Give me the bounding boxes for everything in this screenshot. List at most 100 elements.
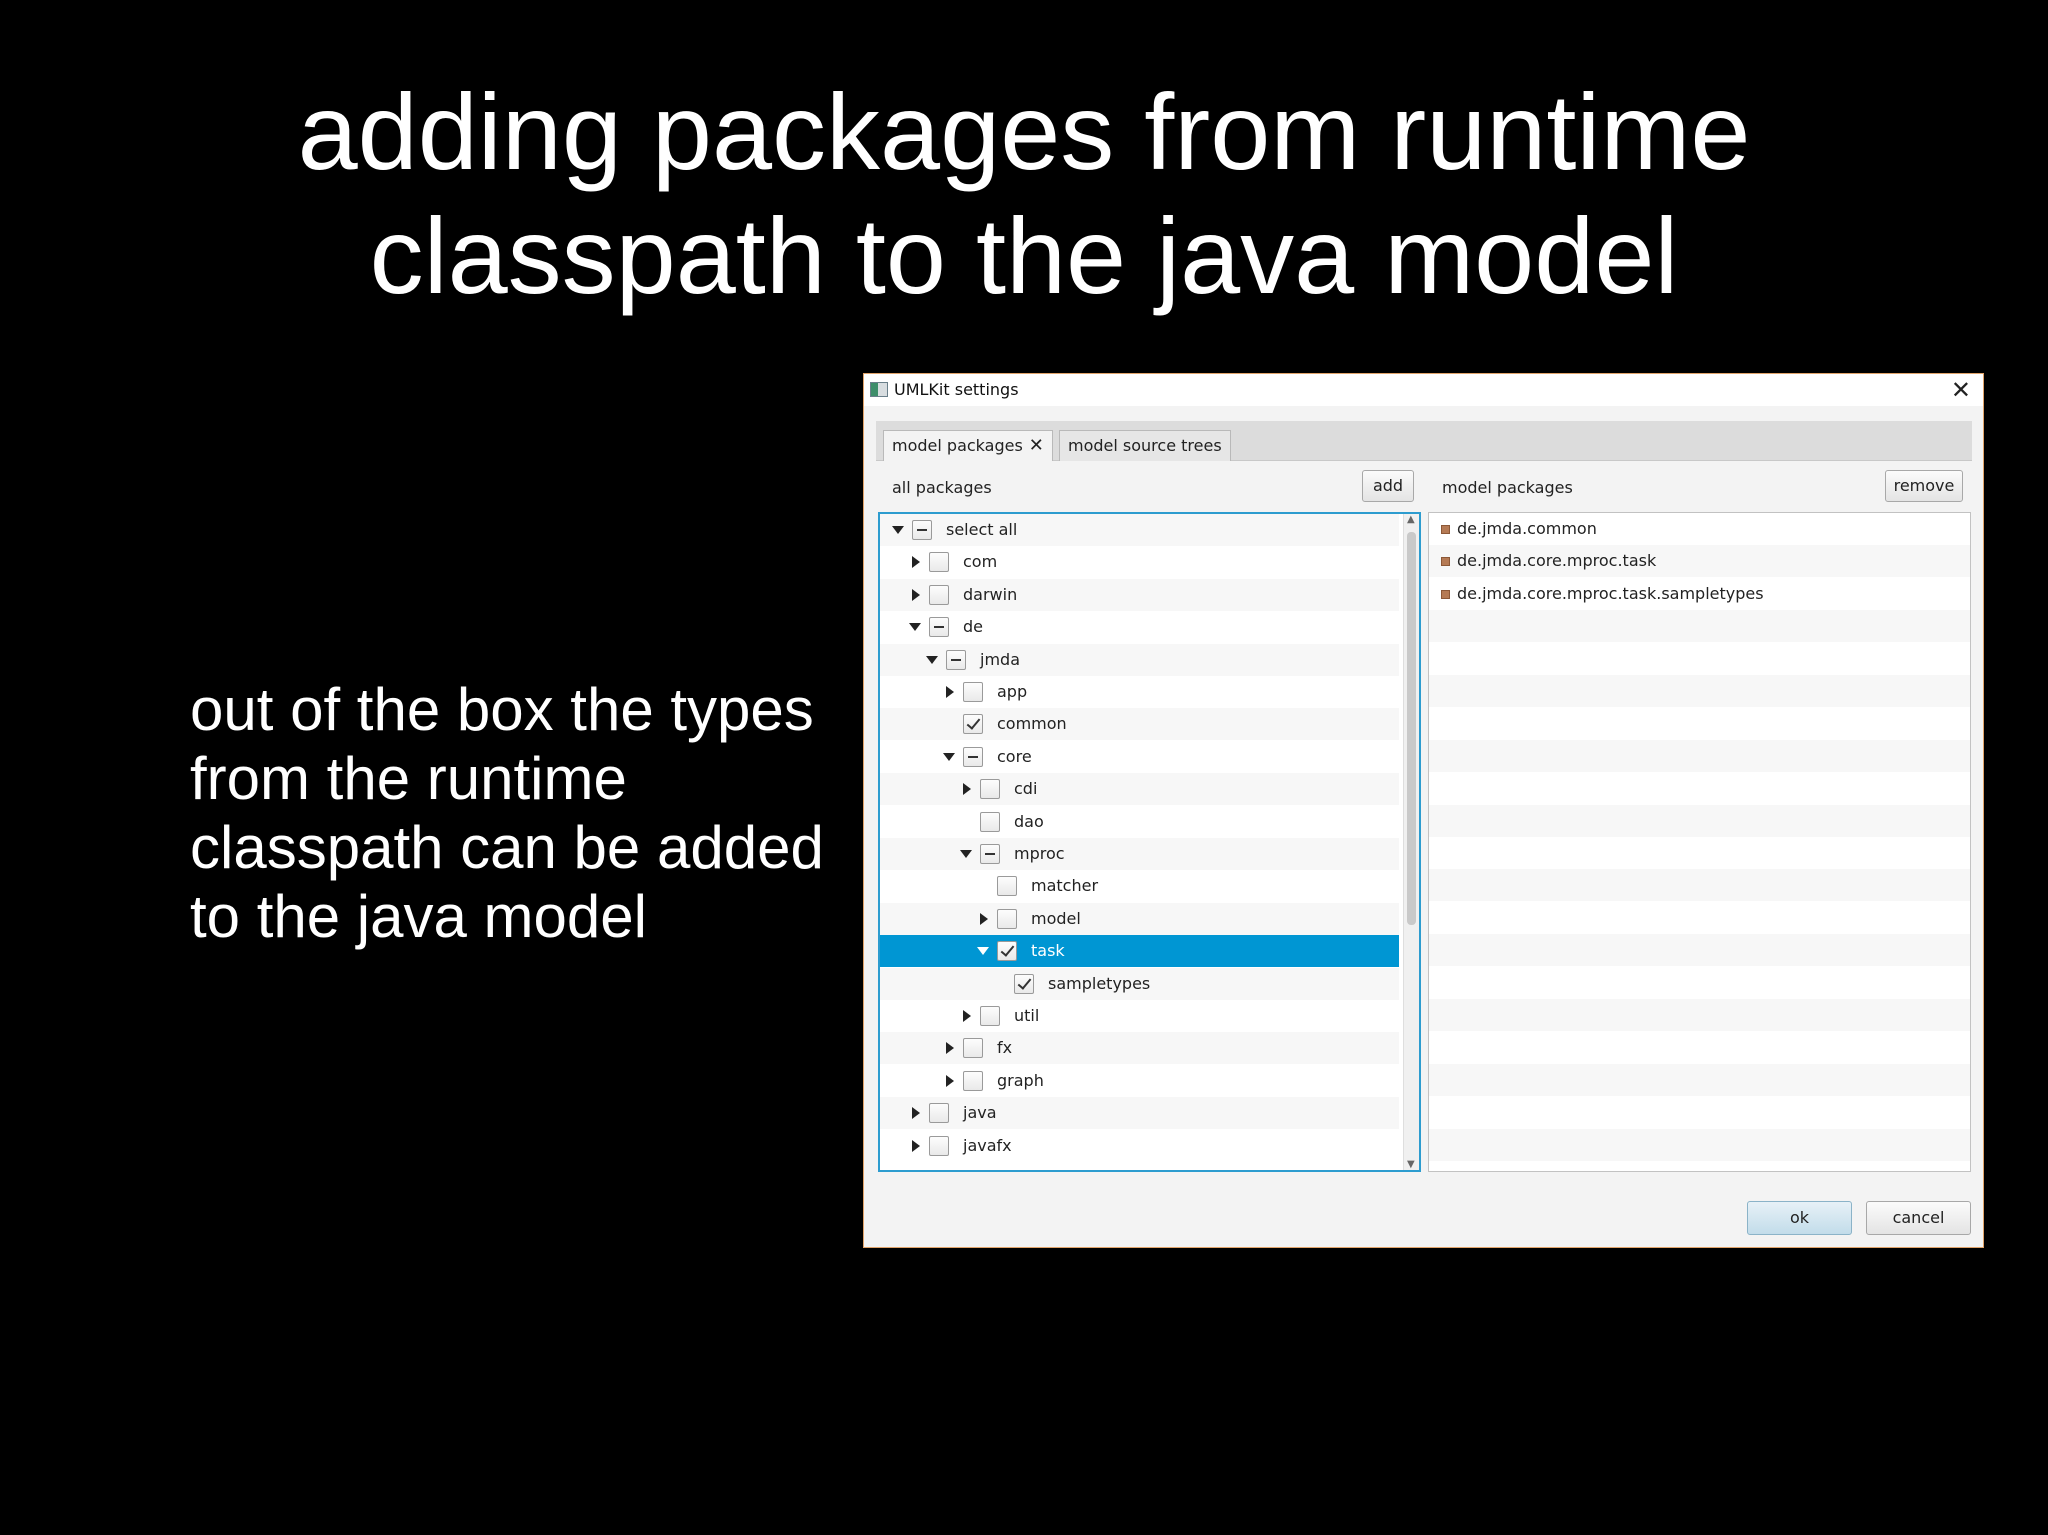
tree-checkbox[interactable]	[912, 520, 932, 540]
slide-title: adding packages from runtime classpath t…	[0, 70, 2048, 318]
list-item	[1429, 804, 1970, 837]
chevron-right-icon[interactable]	[912, 1139, 920, 1152]
chevron-down-icon[interactable]	[892, 526, 904, 534]
tree-item-label: util	[1014, 1006, 1040, 1025]
tree-checkbox[interactable]	[963, 714, 983, 735]
list-item	[1429, 772, 1970, 804]
chevron-right-icon[interactable]	[963, 783, 971, 796]
cancel-button[interactable]: cancel	[1866, 1201, 1971, 1235]
list-item[interactable]: de.jmda.core.mproc.task	[1429, 545, 1970, 578]
tree-item-label: graph	[997, 1070, 1044, 1090]
tree-row-jmda[interactable]: jmda	[880, 643, 1399, 676]
chevron-right-icon[interactable]	[946, 686, 954, 698]
list-item[interactable]: de.jmda.core.mproc.task.sampletypes	[1429, 578, 1970, 610]
chevron-right-icon[interactable]	[912, 556, 920, 569]
tree-item-label: jmda	[980, 649, 1020, 669]
chevron-down-icon[interactable]	[960, 850, 972, 858]
chevron-down-icon[interactable]	[926, 655, 938, 664]
tree-row-darwin[interactable]: darwin	[880, 578, 1399, 611]
chevron-down-icon[interactable]	[943, 752, 955, 761]
chevron-right-icon[interactable]	[980, 912, 988, 925]
ok-button[interactable]: ok	[1747, 1201, 1852, 1235]
tab-model-source-trees[interactable]: model source trees	[1059, 430, 1231, 461]
tree-row-app[interactable]: app	[880, 676, 1399, 708]
chevron-right-icon[interactable]	[912, 588, 920, 601]
list-item	[1429, 934, 1970, 967]
scroll-down-icon[interactable]: ▼	[1407, 1159, 1415, 1170]
chevron-down-icon[interactable]	[909, 623, 921, 632]
chevron-right-icon[interactable]	[946, 1042, 954, 1055]
tree-row-java[interactable]: java	[880, 1097, 1399, 1130]
tree-checkbox[interactable]	[980, 811, 1000, 832]
tree-row-com[interactable]: com	[880, 546, 1399, 578]
tree-row-select-all[interactable]: select all	[880, 514, 1399, 546]
umlkit-settings-dialog: UMLKit settings ✕ model packages ✕ model …	[863, 373, 1984, 1248]
tree-row-javafx[interactable]: javafx	[880, 1130, 1399, 1162]
tree-row-cdi[interactable]: cdi	[880, 773, 1399, 806]
tree-row-model[interactable]: model	[880, 902, 1399, 935]
tab-model-packages[interactable]: model packages ✕	[883, 430, 1053, 461]
tree-checkbox[interactable]	[980, 1006, 1000, 1026]
chevron-right-icon[interactable]	[912, 1107, 920, 1120]
scroll-up-icon[interactable]: ▲	[1407, 514, 1415, 525]
tree-checkbox[interactable]	[997, 941, 1017, 962]
list-item	[1429, 999, 1970, 1031]
tree-checkbox[interactable]	[1014, 973, 1034, 994]
chevron-right-icon[interactable]	[963, 1010, 971, 1022]
tree-checkbox[interactable]	[997, 908, 1017, 929]
list-item	[1429, 610, 1970, 643]
tree-row-task[interactable]: task	[880, 935, 1399, 968]
tree-checkbox[interactable]	[929, 617, 949, 638]
tree-checkbox[interactable]	[980, 844, 1000, 864]
tree-row-core[interactable]: core	[880, 741, 1399, 773]
list-item	[1429, 739, 1970, 772]
list-item	[1429, 707, 1970, 739]
tree-scrollbar[interactable]: ▲ ▼	[1403, 514, 1419, 1170]
remove-button[interactable]: remove	[1885, 470, 1963, 502]
tab-bar: model packages ✕ model source trees	[876, 421, 1972, 461]
tree-item-label: core	[997, 746, 1032, 766]
tree-item-label: matcher	[1031, 876, 1099, 896]
tab-model-packages-label: model packages	[892, 436, 1023, 455]
package-tree[interactable]: javafx java graph fx util sampletypes task mode…	[878, 512, 1421, 1172]
tree-checkbox[interactable]	[963, 746, 983, 767]
scroll-thumb[interactable]	[1407, 532, 1416, 925]
list-item-label: de.jmda.common	[1457, 519, 1597, 538]
tree-checkbox[interactable]	[946, 649, 966, 670]
tree-item-label: darwin	[963, 584, 1018, 604]
tree-item-label: com	[963, 552, 998, 572]
tree-row-dao[interactable]: dao	[880, 806, 1399, 838]
tab-close-icon[interactable]: ✕	[1029, 435, 1044, 456]
tree-checkbox[interactable]	[997, 876, 1017, 897]
tree-row-sampletypes[interactable]: sampletypes	[880, 967, 1399, 1000]
list-item	[1429, 1128, 1970, 1161]
tree-checkbox[interactable]	[929, 584, 949, 605]
tree-checkbox[interactable]	[929, 1103, 949, 1124]
description-line-2: from the runtime	[190, 745, 627, 812]
tree-row-matcher[interactable]: matcher	[880, 870, 1399, 902]
chevron-right-icon[interactable]	[946, 1074, 954, 1087]
tree-row-de[interactable]: de	[880, 611, 1399, 643]
tree-checkbox[interactable]	[963, 1038, 983, 1059]
chevron-down-icon[interactable]	[977, 947, 989, 956]
list-item[interactable]: de.jmda.common	[1429, 513, 1970, 545]
tree-row-util[interactable]: util	[880, 1000, 1399, 1032]
list-item-label: de.jmda.core.mproc.task	[1457, 551, 1657, 571]
add-button[interactable]: add	[1362, 470, 1414, 502]
close-icon[interactable]: ✕	[1951, 376, 1971, 404]
tree-row-graph[interactable]: graph	[880, 1065, 1399, 1097]
tree-checkbox[interactable]	[980, 779, 1000, 800]
tree-item-label: model	[1031, 908, 1081, 928]
list-item	[1429, 902, 1970, 934]
tree-row-fx[interactable]: fx	[880, 1032, 1399, 1065]
tree-checkbox[interactable]	[929, 552, 949, 573]
tree-row-mproc[interactable]: mproc	[880, 838, 1399, 870]
package-icon	[1441, 589, 1450, 599]
tree-row-common[interactable]: common	[880, 708, 1399, 741]
tree-item-label: mproc	[1014, 844, 1065, 863]
tree-checkbox[interactable]	[963, 1070, 983, 1091]
list-item	[1429, 967, 1970, 999]
model-packages-list[interactable]: de.jmda.common de.jmda.core.mproc.task de.…	[1428, 512, 1971, 1172]
tree-checkbox[interactable]	[963, 682, 983, 702]
tree-checkbox[interactable]	[929, 1135, 949, 1156]
